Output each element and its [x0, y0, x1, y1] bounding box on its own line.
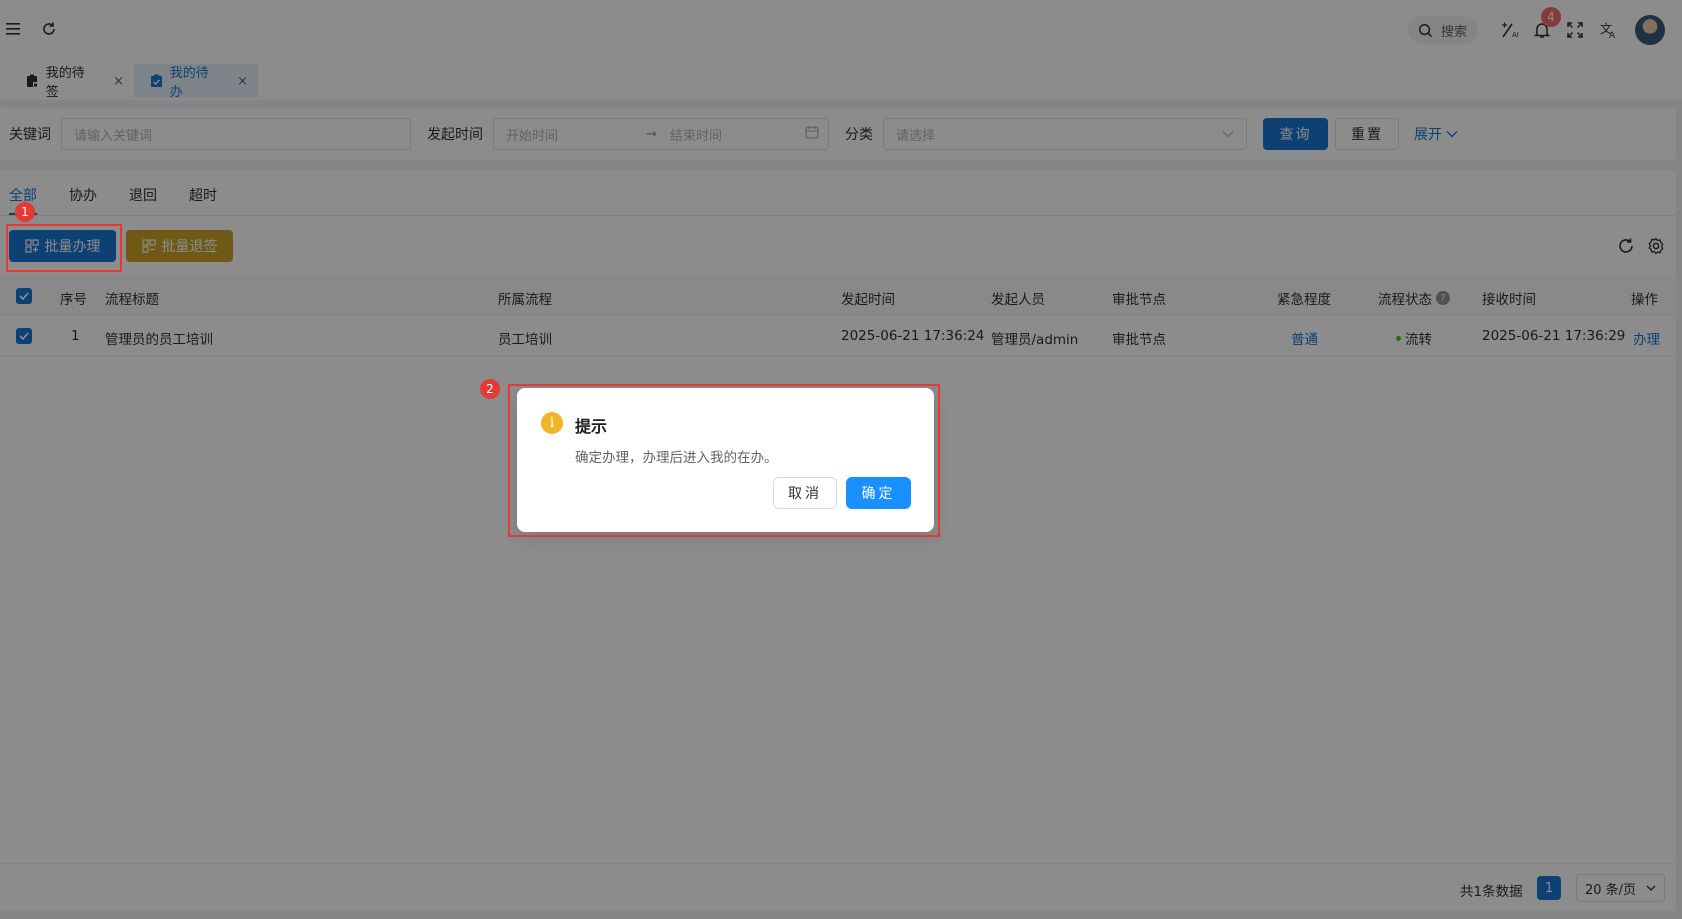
info-icon: i: [541, 412, 563, 434]
confirm-dialog: i 提示 确定办理，办理后进入我的在办。 取消 确定: [517, 388, 934, 532]
annotation-marker-2: 2: [480, 379, 500, 399]
dialog-message: 确定办理，办理后进入我的在办。: [575, 450, 778, 466]
cancel-button[interactable]: 取消: [773, 477, 837, 509]
annotation-marker-1: 1: [15, 202, 35, 222]
dialog-title: 提示: [575, 417, 608, 436]
confirm-button[interactable]: 确定: [846, 477, 911, 509]
